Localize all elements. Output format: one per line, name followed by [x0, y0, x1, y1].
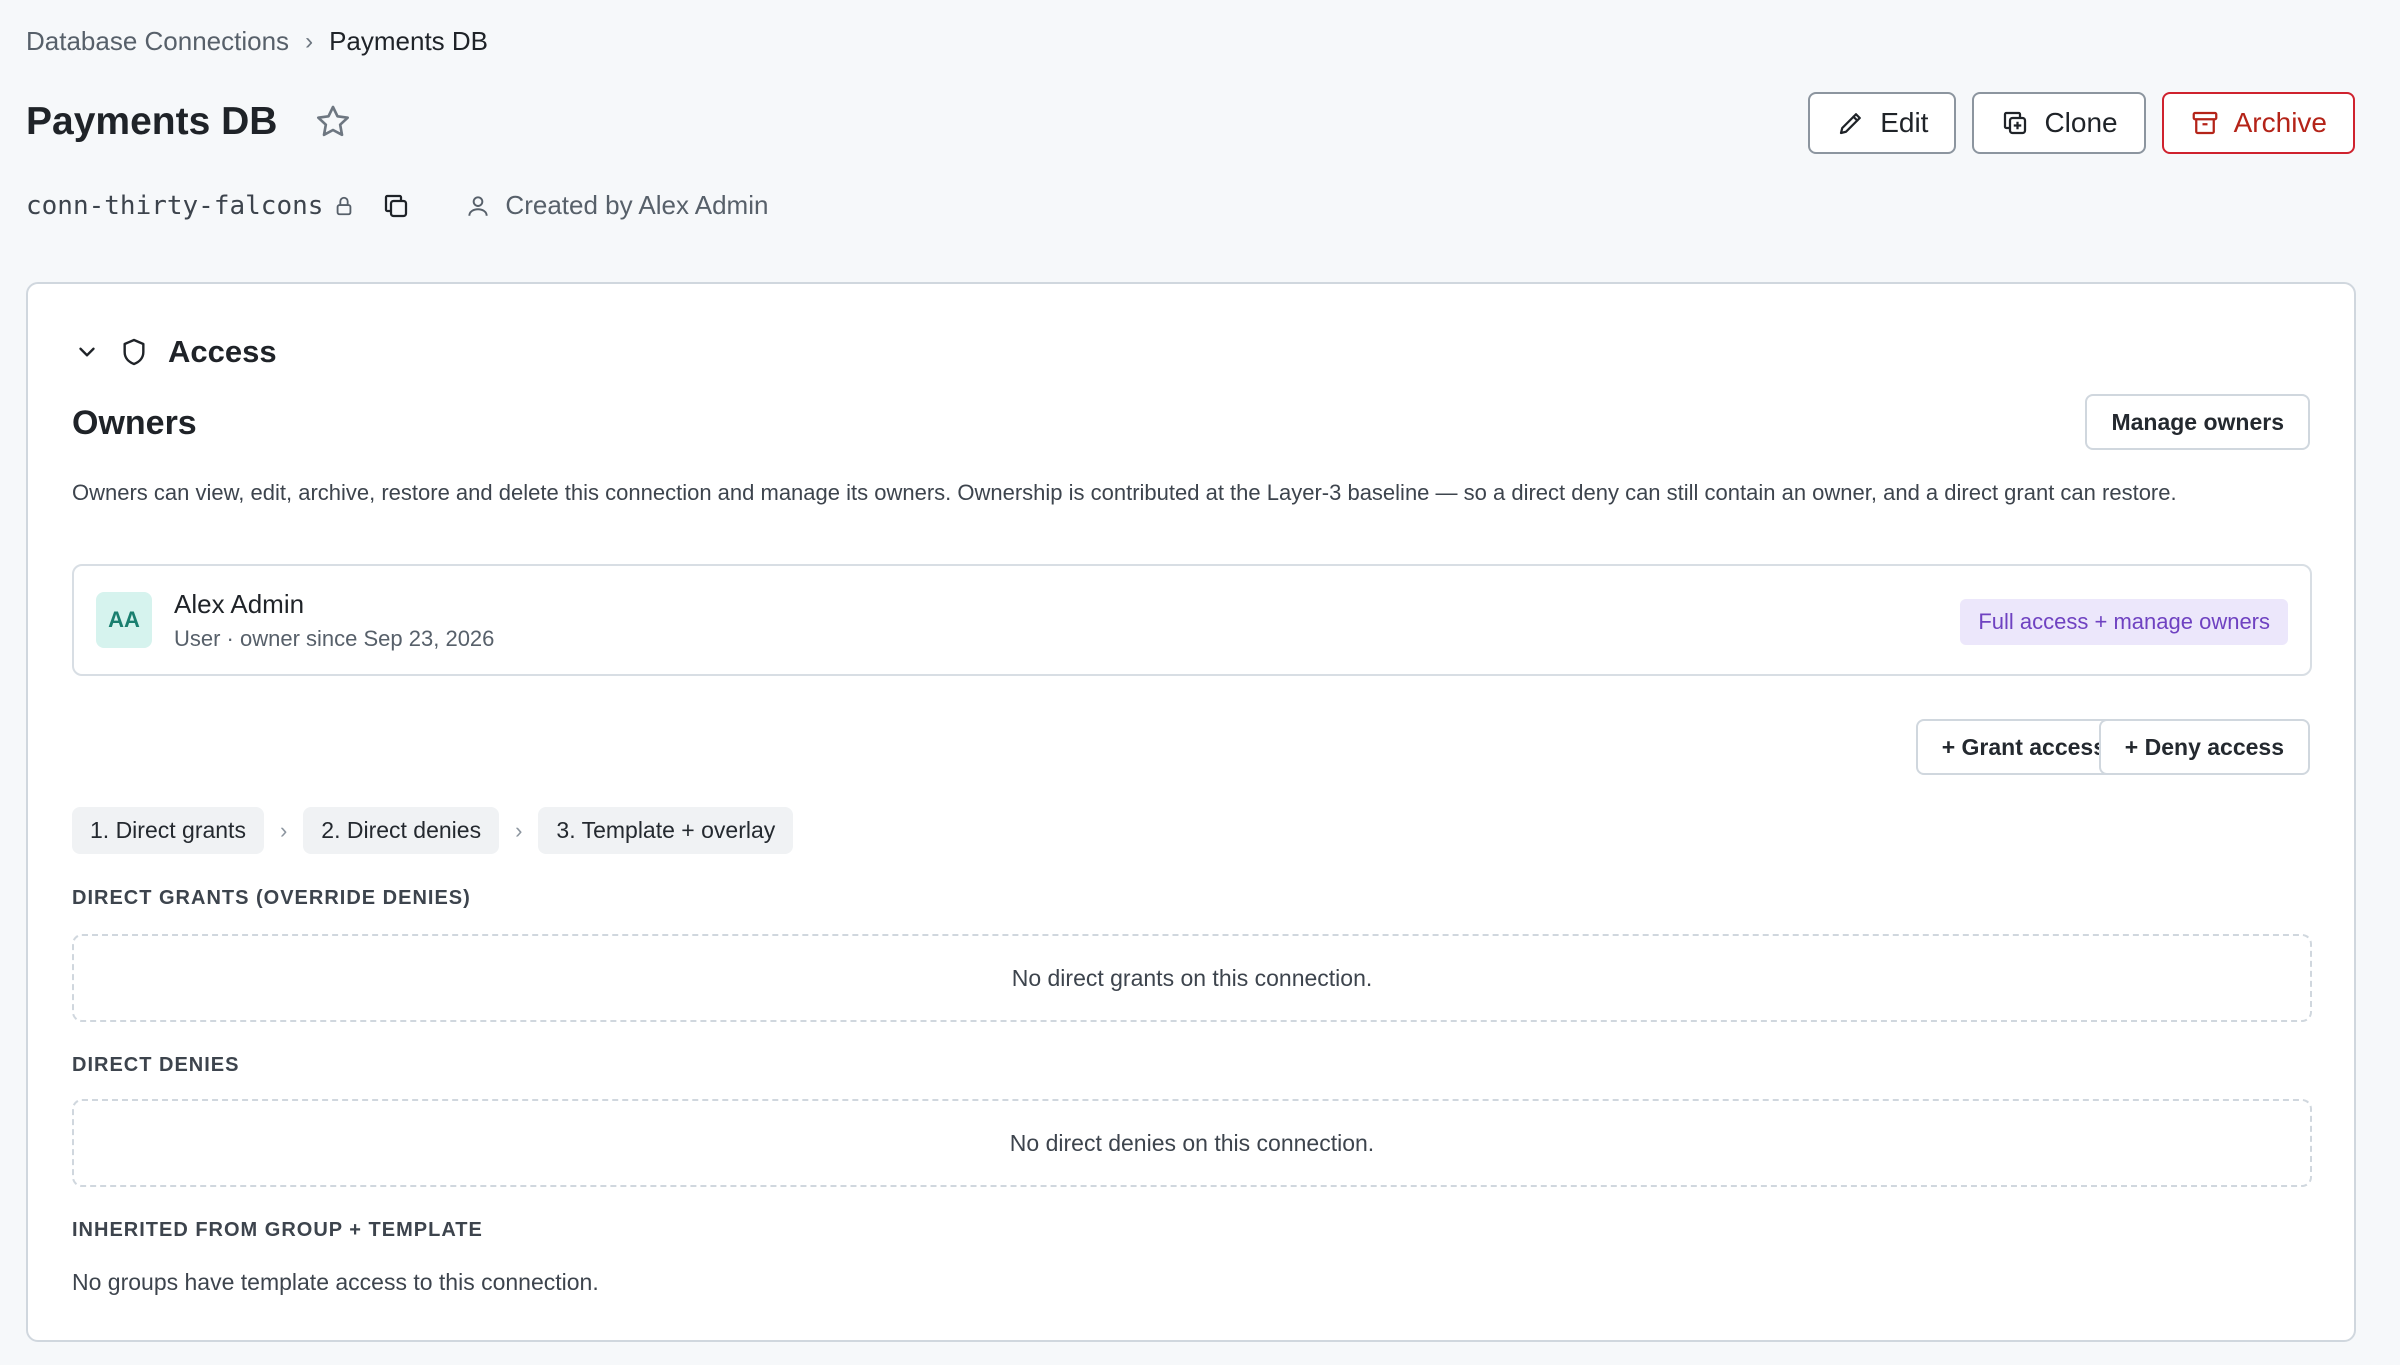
archive-icon [2192, 111, 2217, 135]
breadcrumb-current: Payments DB [329, 26, 489, 56]
connection-id: conn-thirty-falcons [26, 190, 324, 221]
title-row: Payments DB [26, 100, 353, 144]
owners-title: Owners [72, 404, 197, 442]
access-section-header[interactable]: Access [74, 334, 277, 370]
star-icon[interactable] [313, 102, 353, 142]
inherited-empty: No groups have template access to this c… [72, 1269, 599, 1295]
access-title: Access [168, 334, 277, 369]
copy-icon[interactable] [381, 191, 411, 221]
precedence-steps: 1. Direct grants › 2. Direct denies › 3.… [72, 807, 794, 854]
pencil-icon [1840, 113, 1862, 135]
direct-grants-empty: No direct grants on this connection. [72, 934, 2312, 1022]
chevron-down-icon[interactable] [74, 339, 100, 365]
edit-label: Edit [1880, 107, 1929, 138]
avatar: AA [96, 592, 152, 648]
owners-description: Owners can view, edit, archive, restore … [72, 480, 2177, 505]
user-icon [468, 195, 489, 216]
owner-access-badge: Full access + manage owners [1960, 599, 2288, 645]
step-template-overlay: 3. Template + overlay [538, 807, 794, 854]
step-separator: › [279, 817, 288, 843]
deny-access-button[interactable]: + Deny access [2098, 719, 2310, 775]
archive-button[interactable]: Archive [2161, 92, 2355, 154]
access-card: Access Owners Manage owners Owners can v… [26, 282, 2356, 1342]
owner-name: Alex Admin [174, 588, 305, 619]
owner-info: Alex Admin User · owner since Sep 23, 20… [174, 589, 494, 652]
direct-denies-empty: No direct denies on this connection. [72, 1099, 2312, 1187]
breadcrumb: Database Connections › Payments DB [26, 26, 488, 57]
owner-subtitle: User · owner since Sep 23, 2026 [174, 625, 495, 651]
breadcrumb-separator: › [305, 27, 314, 55]
lock-icon [337, 196, 352, 215]
step-direct-grants: 1. Direct grants [72, 807, 264, 854]
direct-denies-title: DIRECT DENIES [72, 1054, 240, 1076]
shield-icon [123, 338, 145, 366]
page-title: Payments DB [26, 100, 278, 143]
inherited-title: INHERITED FROM GROUP + TEMPLATE [72, 1219, 483, 1241]
clone-label: Clone [2044, 107, 2118, 138]
step-separator: › [515, 817, 523, 843]
clone-icon [2004, 111, 2027, 135]
direct-grants-title: DIRECT GRANTS (OVERRIDE DENIES) [72, 887, 471, 909]
edit-button[interactable]: Edit [1808, 92, 1957, 154]
page: Database Connections › Payments DB Payme… [0, 0, 2400, 1365]
breadcrumb-database-connections[interactable]: Database Connections [26, 26, 289, 57]
created-by: Created by Alex Admin [505, 190, 769, 220]
manage-owners-button[interactable]: Manage owners [2085, 394, 2310, 450]
archive-label: Archive [2233, 107, 2327, 138]
step-direct-denies: 2. Direct denies [303, 807, 500, 854]
clone-button[interactable]: Clone [1972, 92, 2146, 154]
header-actions: Edit Clone Archive [1808, 92, 2355, 154]
connection-meta: conn-thirty-falcons Created by Alex Admi… [26, 190, 768, 221]
owner-row: AA Alex Admin User · owner since Sep 23,… [72, 564, 2312, 676]
